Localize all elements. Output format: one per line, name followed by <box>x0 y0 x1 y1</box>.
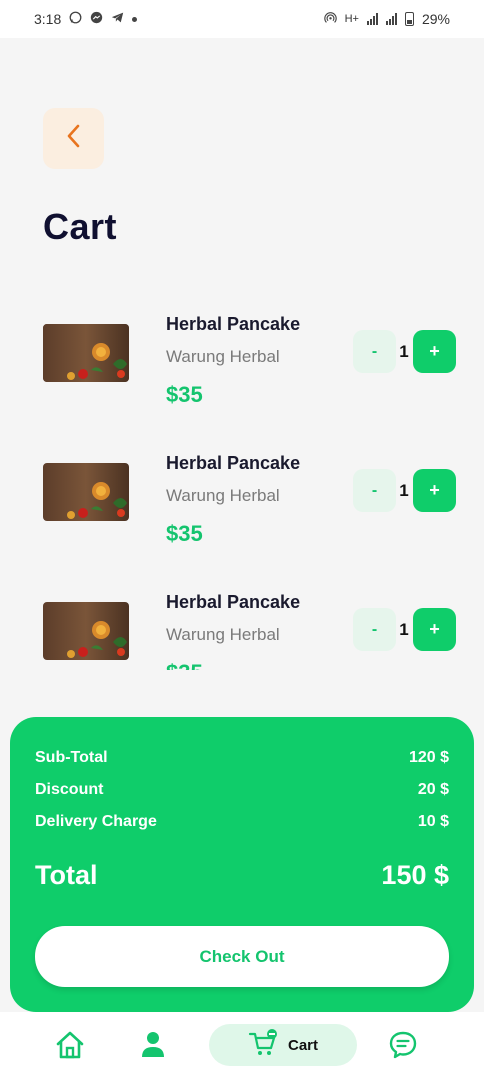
chat-icon[interactable] <box>388 1030 418 1060</box>
item-price: $35 <box>166 660 203 670</box>
discount-value: 20 $ <box>417 781 449 798</box>
subtotal-value: 120 $ <box>408 749 449 766</box>
cart-icon <box>248 1028 278 1062</box>
delivery-row: Delivery Charge 10 $ <box>35 813 449 831</box>
network-type: H+ <box>344 13 359 25</box>
delivery-label: Delivery Charge <box>35 813 157 830</box>
battery-level: 29% <box>421 11 450 27</box>
delivery-value: 10 $ <box>417 813 449 830</box>
status-left: 3:18 <box>34 11 138 27</box>
hotspot-icon <box>323 11 337 27</box>
discount-label: Discount <box>35 781 104 798</box>
page-title: Cart <box>43 206 118 247</box>
food-image <box>43 324 129 382</box>
battery-icon <box>404 12 414 26</box>
nav-cart-tab[interactable]: Cart <box>209 1024 357 1066</box>
discount-row: Discount 20 $ <box>35 781 449 799</box>
item-price: $35 <box>166 521 203 546</box>
signal-icon-2 <box>385 13 397 25</box>
back-button[interactable] <box>43 108 104 169</box>
item-vendor: Warung Herbal <box>166 486 280 505</box>
subtotal-row: Sub-Total 120 $ <box>35 749 449 767</box>
status-right: H+ 29% <box>323 11 450 27</box>
increase-quantity-button[interactable]: + <box>413 330 456 373</box>
item-quantity: 1 <box>399 620 409 639</box>
subtotal-label: Sub-Total <box>35 749 108 766</box>
increase-quantity-button[interactable]: + <box>413 469 456 512</box>
food-image <box>43 602 129 660</box>
item-name: Herbal Pancake <box>166 314 301 334</box>
item-vendor: Warung Herbal <box>166 347 280 366</box>
status-bar: 3:18 H+ 29% <box>0 0 484 38</box>
cart-item: Herbal Pancake Warung Herbal $35 - 1 + <box>0 429 484 549</box>
messenger-icon <box>90 11 103 27</box>
notification-dot-icon <box>132 16 138 22</box>
item-price: $35 <box>166 382 203 407</box>
whatsapp-icon <box>69 11 82 27</box>
cart-item: Herbal Pancake Warung Herbal $35 - 1 + <box>0 568 484 670</box>
item-vendor: Warung Herbal <box>166 625 280 644</box>
item-name: Herbal Pancake <box>166 453 301 473</box>
nav-cart-label: Cart <box>287 1036 318 1054</box>
profile-icon[interactable] <box>139 1030 167 1060</box>
decrease-quantity-button[interactable]: - <box>353 608 396 651</box>
order-summary-panel: Sub-Total 120 $ Discount 20 $ Delivery C… <box>10 717 474 1012</box>
item-name: Herbal Pancake <box>166 592 301 612</box>
decrease-quantity-button[interactable]: - <box>353 330 396 373</box>
total-row: Total 150 $ <box>35 860 449 891</box>
item-quantity: 1 <box>399 481 409 500</box>
total-value: 150 $ <box>381 860 449 890</box>
total-label: Total <box>35 860 98 890</box>
home-icon[interactable] <box>55 1030 85 1060</box>
cart-list[interactable]: Herbal Pancake Warung Herbal $35 - 1 + H… <box>0 290 484 670</box>
chevron-left-icon <box>64 123 84 154</box>
food-image <box>43 463 129 521</box>
status-time: 3:18 <box>34 11 62 27</box>
cart-item: Herbal Pancake Warung Herbal $35 - 1 + <box>0 290 484 410</box>
item-quantity: 1 <box>399 342 409 361</box>
signal-icon <box>366 13 378 25</box>
telegram-icon <box>111 11 124 27</box>
decrease-quantity-button[interactable]: - <box>353 469 396 512</box>
bottom-nav: Cart <box>0 1012 484 1080</box>
increase-quantity-button[interactable]: + <box>413 608 456 651</box>
checkout-button[interactable]: Check Out <box>35 926 449 987</box>
